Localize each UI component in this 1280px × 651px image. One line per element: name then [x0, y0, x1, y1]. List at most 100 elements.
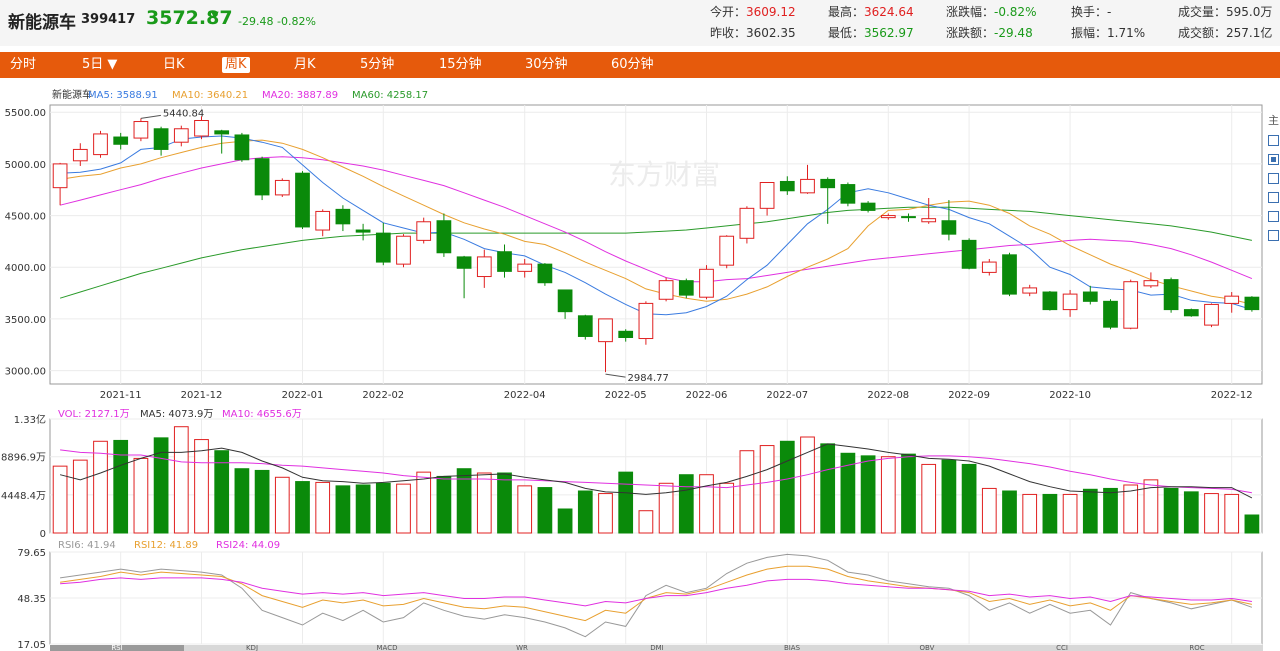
tab-5min[interactable]: 5分钟 [360, 52, 394, 78]
y-tick-label: 4000.00 [5, 263, 46, 274]
indicator-checkbox[interactable] [1268, 154, 1279, 165]
price-change-pct: -0.82% [277, 15, 316, 28]
candle-body [1244, 296, 1260, 311]
ind-tab-bias[interactable]: BIAS [725, 645, 859, 651]
volume-bar [618, 471, 634, 534]
volume-bar [699, 474, 714, 534]
volume-bar [537, 487, 553, 534]
stat-prev-close: 昨收：3602.35 [710, 26, 796, 40]
ind-tab-macd[interactable]: MACD [320, 645, 454, 651]
ind-tab-wr[interactable]: WR [455, 645, 589, 651]
indicator-checkbox[interactable] [1268, 173, 1279, 184]
tab-30min[interactable]: 30分钟 [525, 52, 568, 78]
candle-body [638, 302, 654, 340]
candle-body [961, 239, 977, 269]
volume-bar [779, 440, 795, 534]
candle-body [375, 232, 391, 263]
candle [719, 235, 735, 269]
candle-body [274, 179, 290, 196]
y-tick-label: 1.33亿 [14, 413, 46, 426]
ind-tab-roc[interactable]: ROC [1130, 645, 1264, 651]
indicator-checkbox[interactable] [1268, 230, 1279, 241]
tab-daily-k[interactable]: 日K [163, 52, 185, 78]
tab-intraday[interactable]: 分时 [10, 52, 36, 78]
candle [1002, 252, 1017, 297]
legend-item: RSI24: 44.09 [216, 540, 280, 551]
y-tick-label: 48.35 [17, 594, 46, 605]
candle-body [658, 280, 674, 300]
y-tick-label: 5000.00 [5, 160, 46, 171]
volume-bar [315, 481, 331, 534]
ind-tab-obv[interactable]: OBV [860, 645, 994, 651]
annotation-label: 5440.84 [163, 108, 204, 119]
ind-tab-rsi[interactable]: RSI [50, 645, 184, 651]
tab-weekly-k[interactable]: 周K [222, 57, 250, 73]
volume-bar [1062, 493, 1078, 534]
candle [1244, 296, 1260, 312]
candle-body [295, 172, 310, 228]
volume-bar [194, 439, 209, 534]
volume-bar [1103, 487, 1118, 534]
volume-bar [1163, 487, 1179, 534]
candle-body [254, 158, 270, 196]
legend-item: MA10: 3640.21 [172, 90, 248, 101]
candle-body [1042, 291, 1058, 311]
volume-bar [375, 482, 391, 534]
candle-body [72, 148, 88, 162]
volume-bar [1002, 490, 1017, 534]
candle-body [396, 235, 411, 265]
indicator-checkbox[interactable] [1268, 211, 1279, 222]
rsi-panel: 79.65 48.35 17.05 RSI6: 41.94 RSI12: 41.89 RS… [17, 540, 1263, 651]
candle-body [699, 268, 714, 298]
tab-monthly-k[interactable]: 月K [294, 52, 316, 78]
candle [274, 178, 290, 197]
x-tick-label: 2022-08 [867, 390, 909, 401]
y-tick-label: 8896.9万 [1, 453, 46, 464]
volume-bar [1022, 493, 1038, 534]
candle [254, 156, 270, 201]
period-toolbar: 分时 5日 ▼ 日K 周K 月K 5分钟 15分钟 30分钟 60分钟 [0, 52, 1280, 78]
volume-bar [1224, 493, 1240, 534]
ind-tab-dmi[interactable]: DMI [590, 645, 724, 651]
volume-bar [1244, 514, 1260, 534]
candle-body [52, 163, 68, 189]
volume-bar [295, 481, 310, 534]
volume-bar [598, 493, 613, 534]
legend-item: 新能源车 [52, 88, 92, 101]
volume-bar [497, 472, 512, 534]
tab-5day[interactable]: 5日 ▼ [82, 52, 117, 78]
legend-item: MA10: 4655.6万 [222, 409, 302, 420]
quote-header: 新能源车 399417 3572.87 ▼ -29.48 -0.82% 今开：3… [0, 0, 1280, 46]
candle-body [598, 318, 613, 343]
y-tick-label: 0 [40, 529, 46, 540]
candle-body [476, 256, 492, 278]
candle [678, 278, 694, 299]
candle-body [1123, 281, 1139, 329]
stat-low: 最低：3562.97 [828, 26, 914, 40]
volume-bar [658, 482, 674, 534]
candle-body [678, 280, 694, 296]
candle [133, 118, 149, 142]
indicator-checkbox[interactable] [1268, 135, 1279, 146]
candle [93, 130, 108, 158]
index-name: 新能源车 [8, 13, 76, 33]
candle-body [901, 216, 916, 219]
indicator-checkbox[interactable] [1268, 192, 1279, 203]
ind-tab-cci[interactable]: CCI [995, 645, 1129, 651]
candle-body [618, 330, 634, 339]
volume-bar [719, 482, 735, 534]
candle-body [1002, 254, 1017, 295]
candle [577, 314, 593, 340]
volume-bar [517, 485, 533, 534]
candle-body [93, 133, 108, 156]
legend-item: VOL: 2127.1万 [58, 409, 130, 420]
ind-tab-kdj[interactable]: KDJ [185, 645, 319, 651]
candle-body [1204, 303, 1219, 326]
y-tick-label: 79.65 [17, 548, 46, 559]
candle-body [1143, 280, 1159, 287]
tab-15min[interactable]: 15分钟 [439, 52, 482, 78]
tab-60min[interactable]: 60分钟 [611, 52, 654, 78]
kline-chart[interactable]: 东方财富 5500.00 5000.00 4500.00 4000.00 3500.00 3… [0, 82, 1268, 651]
stat-volume: 成交量：595.0万 [1178, 5, 1273, 19]
candle-body [759, 182, 775, 209]
